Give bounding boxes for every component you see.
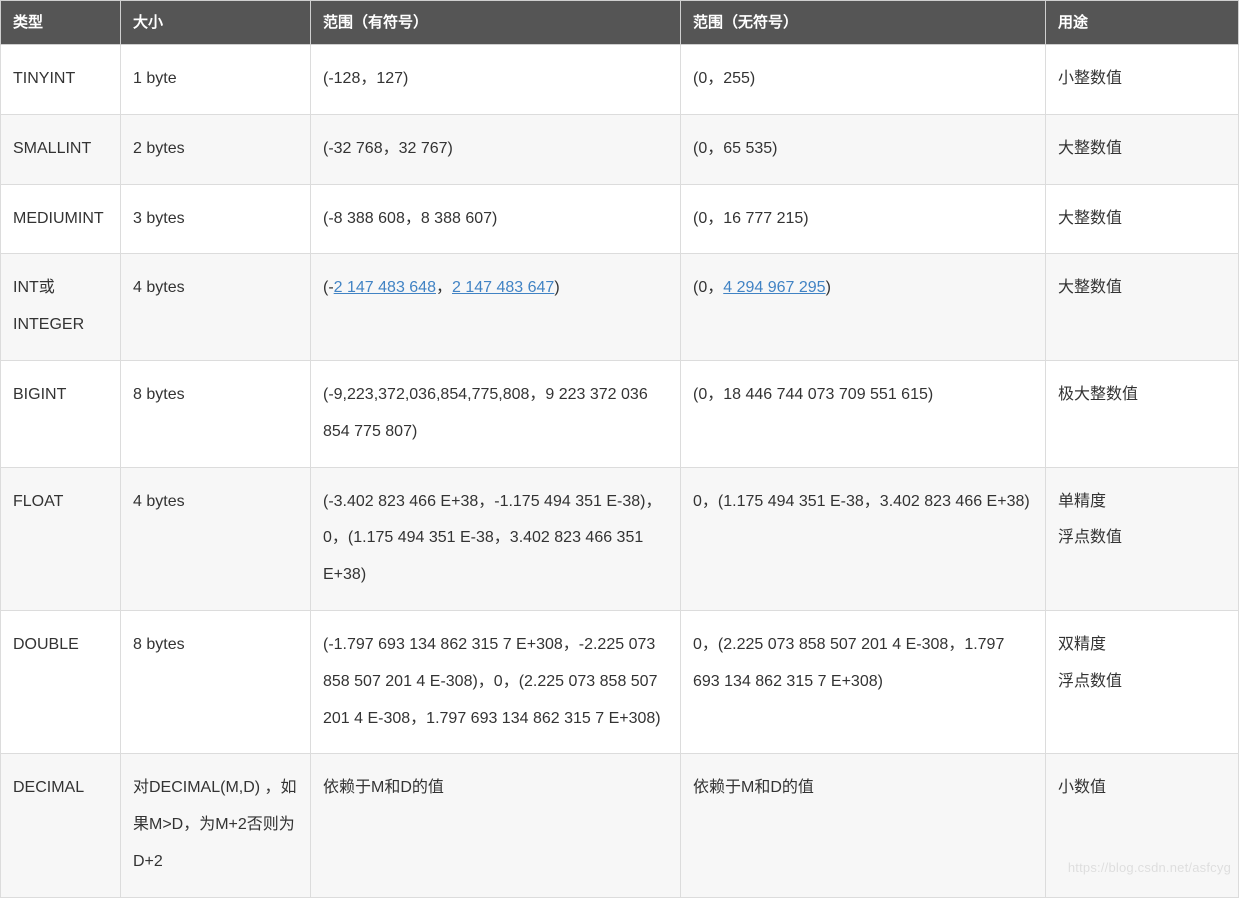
cell-type: TINYINT [1,45,121,115]
mysql-numeric-types-table: 类型 大小 范围（有符号） 范围（无符号） 用途 TINYINT 1 byte … [0,0,1239,898]
col-header-unsigned: 范围（无符号） [681,1,1046,45]
cell-usage: 大整数值 [1046,114,1239,184]
cell-type: FLOAT [1,467,121,610]
link-int-min[interactable]: 2 147 483 648 [334,279,436,296]
cell-usage: 小数值 [1046,754,1239,897]
cell-size: 8 bytes [121,360,311,467]
cell-signed: (-2 147 483 648，2 147 483 647) [311,254,681,361]
cell-signed: 依赖于M和D的值 [311,754,681,897]
usage-line1: 双精度 [1058,636,1106,653]
usage-line1: 单精度 [1058,493,1106,510]
col-header-type: 类型 [1,1,121,45]
cell-unsigned: 依赖于M和D的值 [681,754,1046,897]
col-header-size: 大小 [121,1,311,45]
table-row: TINYINT 1 byte (-128，127) (0，255) 小整数值 [1,45,1239,115]
table-row: BIGINT 8 bytes (-9,223,372,036,854,775,8… [1,360,1239,467]
cell-usage: 单精度 浮点数值 [1046,467,1239,610]
table-row: SMALLINT 2 bytes (-32 768，32 767) (0，65 … [1,114,1239,184]
table-header-row: 类型 大小 范围（有符号） 范围（无符号） 用途 [1,1,1239,45]
text-post: ) [554,279,559,296]
text-pre: (0， [693,279,723,296]
cell-size: 1 byte [121,45,311,115]
cell-unsigned: (0，255) [681,45,1046,115]
cell-signed: (-8 388 608，8 388 607) [311,184,681,254]
cell-usage: 小整数值 [1046,45,1239,115]
usage-line2: 浮点数值 [1058,529,1122,546]
cell-signed: (-128，127) [311,45,681,115]
cell-size: 3 bytes [121,184,311,254]
cell-type: DECIMAL [1,754,121,897]
usage-line2: 浮点数值 [1058,673,1122,690]
col-header-usage: 用途 [1046,1,1239,45]
cell-unsigned: (0，4 294 967 295) [681,254,1046,361]
link-uint-max[interactable]: 4 294 967 295 [723,279,825,296]
cell-usage: 大整数值 [1046,184,1239,254]
cell-type: BIGINT [1,360,121,467]
text-post: ) [826,279,831,296]
cell-unsigned: 0，(1.175 494 351 E-38，3.402 823 466 E+38… [681,467,1046,610]
cell-type: SMALLINT [1,114,121,184]
table-row: MEDIUMINT 3 bytes (-8 388 608，8 388 607)… [1,184,1239,254]
cell-signed: (-3.402 823 466 E+38，-1.175 494 351 E-38… [311,467,681,610]
cell-unsigned: (0，16 777 215) [681,184,1046,254]
text-pre: (- [323,279,334,296]
cell-size: 4 bytes [121,467,311,610]
cell-usage: 极大整数值 [1046,360,1239,467]
cell-signed: (-1.797 693 134 862 315 7 E+308，-2.225 0… [311,610,681,753]
cell-signed: (-9,223,372,036,854,775,808，9 223 372 03… [311,360,681,467]
table-row: DOUBLE 8 bytes (-1.797 693 134 862 315 7… [1,610,1239,753]
cell-type: DOUBLE [1,610,121,753]
text-mid: ， [436,279,452,296]
cell-type: MEDIUMINT [1,184,121,254]
cell-size: 4 bytes [121,254,311,361]
link-int-max[interactable]: 2 147 483 647 [452,279,554,296]
cell-size: 对DECIMAL(M,D) ，如果M>D，为M+2否则为D+2 [121,754,311,897]
col-header-signed: 范围（有符号） [311,1,681,45]
table-container: 类型 大小 范围（有符号） 范围（无符号） 用途 TINYINT 1 byte … [0,0,1239,898]
cell-usage: 大整数值 [1046,254,1239,361]
cell-type: INT或INTEGER [1,254,121,361]
table-row: FLOAT 4 bytes (-3.402 823 466 E+38，-1.17… [1,467,1239,610]
cell-usage: 双精度 浮点数值 [1046,610,1239,753]
cell-unsigned: (0，18 446 744 073 709 551 615) [681,360,1046,467]
cell-size: 8 bytes [121,610,311,753]
cell-unsigned: 0，(2.225 073 858 507 201 4 E-308，1.797 6… [681,610,1046,753]
cell-signed: (-32 768，32 767) [311,114,681,184]
cell-size: 2 bytes [121,114,311,184]
table-row: DECIMAL 对DECIMAL(M,D) ，如果M>D，为M+2否则为D+2 … [1,754,1239,897]
cell-unsigned: (0，65 535) [681,114,1046,184]
table-row: INT或INTEGER 4 bytes (-2 147 483 648，2 14… [1,254,1239,361]
